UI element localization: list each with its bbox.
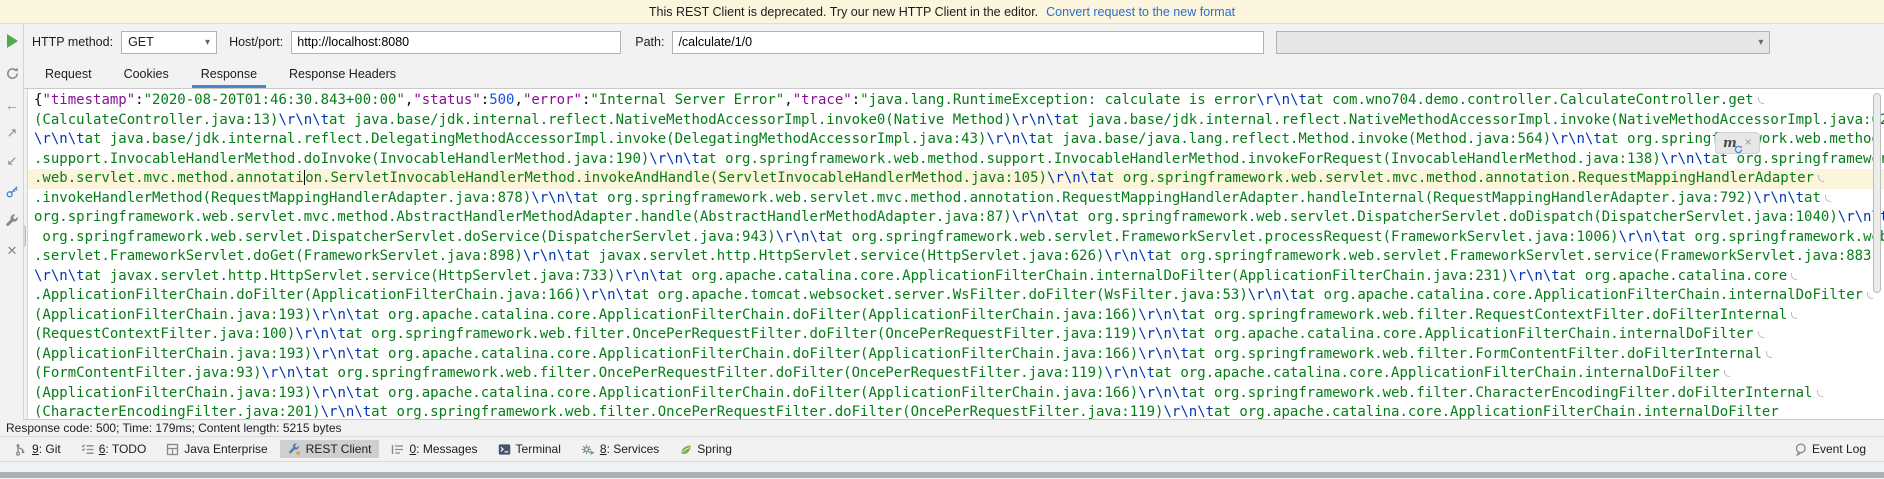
toolwindow-button-label: 6: TODO	[99, 442, 147, 456]
messages-icon	[391, 443, 404, 456]
java-enterprise-icon	[166, 443, 179, 456]
response-line: .web.servlet.mvc.method.annotation.Servl…	[28, 169, 1884, 189]
back-arrow-icon[interactable]: ←	[3, 96, 21, 114]
toolwindow-button-label: Java Enterprise	[184, 442, 267, 456]
tab-response-headers[interactable]: Response Headers	[276, 60, 409, 88]
deprecation-message: This REST Client is deprecated. Try our …	[649, 5, 1038, 19]
chevron-down-icon: ▾	[1758, 37, 1763, 48]
chevron-down-icon: ▾	[205, 37, 210, 48]
soft-wrap-marker	[1867, 292, 1873, 299]
http-method-label: HTTP method:	[32, 35, 113, 49]
toolwindow-button-label: Terminal	[516, 442, 561, 456]
path-input[interactable]	[672, 31, 1264, 54]
host-port-label: Host/port:	[229, 35, 283, 49]
toolwindow-button-rest-client[interactable]: REST Client	[280, 440, 380, 458]
soft-wrap-marker	[1791, 273, 1797, 280]
http-method-select[interactable]: GET ▾	[121, 31, 217, 54]
rerun-icon[interactable]	[3, 64, 21, 82]
toolwindow-button-label: 8: Services	[600, 442, 659, 456]
toolwindow-button-git[interactable]: 9: Git	[6, 440, 69, 458]
vertical-scrollbar[interactable]	[1873, 93, 1881, 293]
toolwindow-button-label: Spring	[697, 442, 732, 456]
soft-wrap-marker	[1791, 312, 1797, 319]
toolwindow-button-todo[interactable]: 6: TODO	[73, 440, 155, 458]
toolwindow-bar: 9: Git 6: TODO Java Enterprise REST Client 0…	[0, 437, 1884, 461]
convert-request-link[interactable]: Convert request to the new format	[1046, 5, 1235, 19]
response-line: org.springframework.web.servlet.mvc.meth…	[28, 208, 1884, 228]
method-sync-icon: m	[1723, 136, 1737, 151]
soft-wrap-marker	[1724, 370, 1730, 377]
tab-cookies[interactable]: Cookies	[111, 60, 182, 88]
response-editor: H<>{} {"timestamp":"2020-08-20T01:46:30.…	[0, 88, 1884, 420]
wrench-icon[interactable]	[3, 212, 21, 230]
response-line: (CalculateController.java:13)\r\n\tat ja…	[28, 111, 1884, 131]
git-icon	[14, 443, 27, 456]
terminal-icon	[498, 443, 511, 456]
path-label: Path:	[635, 35, 664, 49]
response-line: org.springframework.web.servlet.Dispatch…	[28, 228, 1884, 248]
response-line: (RequestContextFilter.java:100)\r\n\tat …	[28, 325, 1884, 345]
response-line: \r\n\tat javax.servlet.http.HttpServlet.…	[28, 267, 1884, 287]
run-icon[interactable]	[3, 32, 21, 50]
response-line: \r\n\tat java.base/jdk.internal.reflect.…	[28, 130, 1884, 150]
toolwindow-button-label: Event Log	[1812, 442, 1866, 456]
response-line: .support.InvocableHandlerMethod.doInvoke…	[28, 150, 1884, 170]
response-line: {"timestamp":"2020-08-20T01:46:30.843+00…	[28, 91, 1884, 111]
close-icon[interactable]: ✕	[3, 242, 21, 260]
soft-wrap-marker	[1825, 195, 1831, 202]
toolwindow-button-event-log[interactable]: Event Log	[1786, 440, 1874, 458]
response-lines: {"timestamp":"2020-08-20T01:46:30.843+00…	[28, 91, 1884, 419]
deprecation-banner: This REST Client is deprecated. Try our …	[0, 0, 1884, 24]
response-line: .invokeHandlerMethod(RequestMappingHandl…	[28, 189, 1884, 209]
rest-client-icon	[288, 443, 301, 456]
auth-key-icon[interactable]	[3, 182, 21, 200]
soft-wrap-marker	[1766, 351, 1772, 358]
toolwindow-button-java-enterprise[interactable]: Java Enterprise	[158, 440, 275, 458]
request-bar: HTTP method: GET ▾ Host/port: Path: ▾	[0, 24, 1884, 60]
soft-wrap-marker	[1817, 390, 1823, 397]
todo-icon	[81, 443, 94, 456]
tabs: RequestCookiesResponseResponse Headers	[0, 60, 1884, 88]
response-text-area[interactable]: {"timestamp":"2020-08-20T01:46:30.843+00…	[28, 89, 1884, 419]
host-port-input[interactable]	[291, 31, 621, 54]
toolwindow-button-label: 0: Messages	[409, 442, 477, 456]
rest-client-toolbar: ← ↗ ↙ ✕	[0, 24, 24, 421]
event-log-icon	[1794, 443, 1807, 456]
services-icon	[581, 443, 595, 456]
soft-wrap-marker	[1758, 331, 1764, 338]
window-bottom-edge	[0, 461, 1884, 478]
toolwindow-button-messages[interactable]: 0: Messages	[383, 440, 485, 458]
close-icon[interactable]: ×	[1745, 133, 1752, 153]
floating-widget[interactable]: m ×	[1716, 133, 1759, 153]
extra-combo[interactable]: ▾	[1276, 31, 1770, 54]
soft-wrap-marker	[1758, 97, 1764, 104]
response-line: (ApplicationFilterChain.java:193)\r\n\ta…	[28, 384, 1884, 404]
toolwindow-button-terminal[interactable]: Terminal	[490, 440, 569, 458]
tab-response[interactable]: Response	[188, 60, 270, 88]
response-line: (FormContentFilter.java:93)\r\n\tat org.…	[28, 364, 1884, 384]
toolwindow-button-label: 9: Git	[32, 442, 61, 456]
response-line: (CharacterEncodingFilter.java:201)\r\n\t…	[28, 403, 1884, 419]
import-icon[interactable]: ↙	[3, 152, 21, 170]
response-line: .servlet.FrameworkServlet.doGet(Framewor…	[28, 247, 1884, 267]
soft-wrap-marker	[1818, 175, 1824, 182]
text-caret	[304, 170, 306, 185]
toolwindow-button-label: REST Client	[306, 442, 372, 456]
response-status-line: Response code: 500; Time: 179ms; Content…	[0, 420, 1884, 437]
response-line: .ApplicationFilterChain.doFilter(Applica…	[28, 286, 1884, 306]
response-line: (ApplicationFilterChain.java:193)\r\n\ta…	[28, 345, 1884, 365]
spring-icon	[679, 443, 692, 456]
tab-request[interactable]: Request	[32, 60, 105, 88]
export-icon[interactable]: ↗	[3, 124, 21, 142]
toolwindow-button-spring[interactable]: Spring	[671, 440, 740, 458]
response-line: (ApplicationFilterChain.java:193)\r\n\ta…	[28, 306, 1884, 326]
toolwindow-button-services[interactable]: 8: Services	[573, 440, 667, 458]
